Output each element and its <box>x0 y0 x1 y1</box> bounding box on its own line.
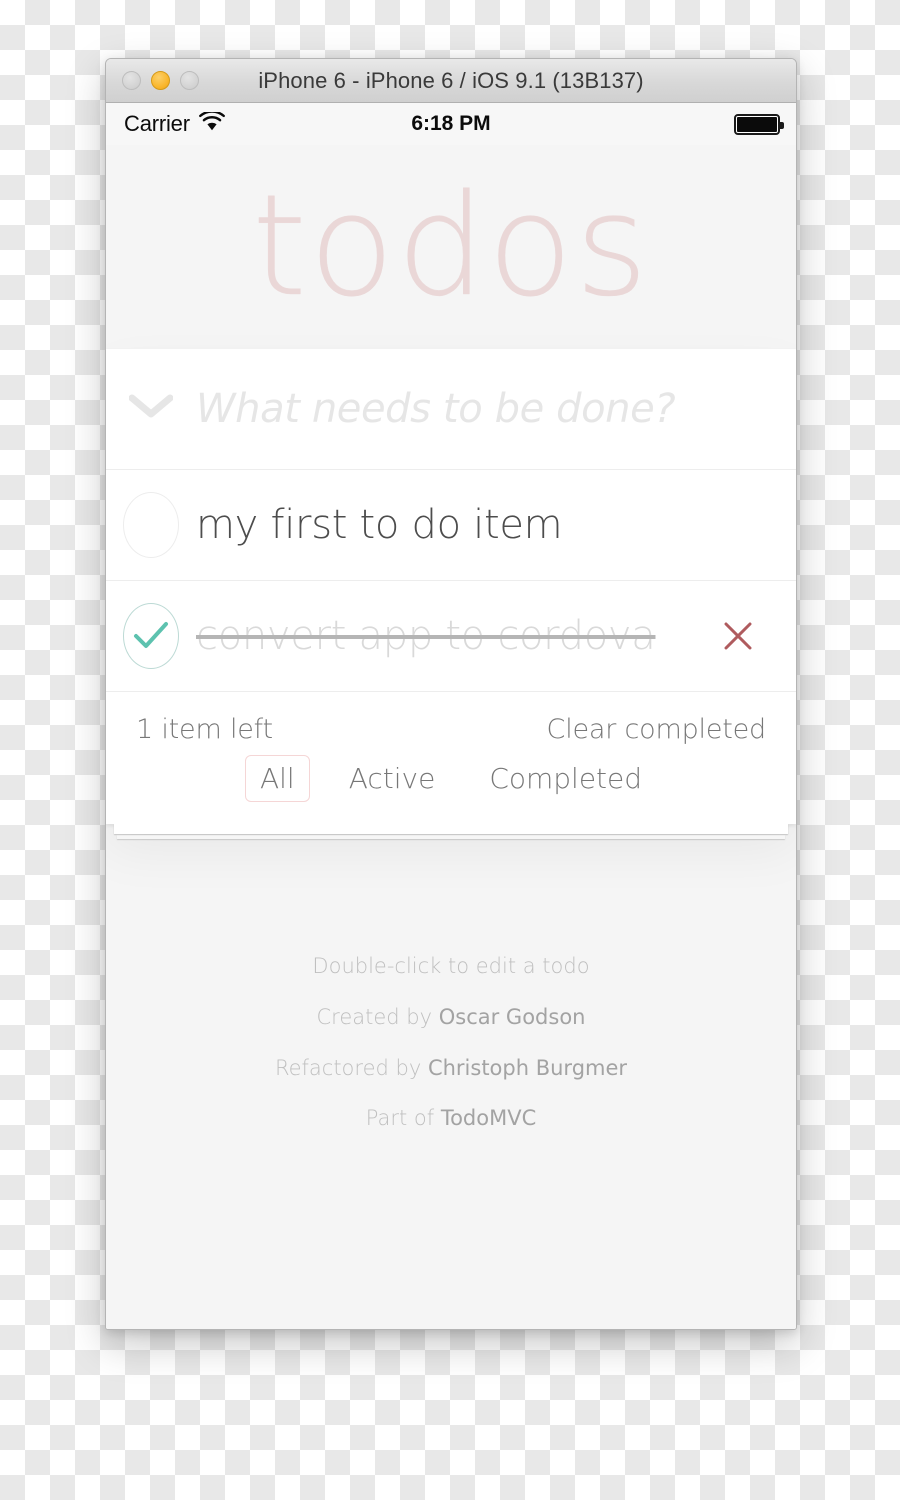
traffic-lights <box>122 71 199 90</box>
close-button[interactable] <box>122 71 141 90</box>
filters: All Active Completed <box>106 751 796 824</box>
page-title: todos <box>251 165 650 328</box>
christoph-burgmer-link[interactable]: Christoph Burgmer <box>428 1056 627 1080</box>
info-line-part-of: Part of TodoMVC <box>106 1100 796 1137</box>
new-todo-input[interactable]: What needs to be done? <box>196 386 676 432</box>
todo-footer: 1 item left Clear completed All Active C… <box>106 692 796 824</box>
todo-toggle[interactable] <box>106 492 196 558</box>
circle-check-icon <box>123 603 179 669</box>
simulator-window: iPhone 6 - iPhone 6 / iOS 9.1 (13B137) C… <box>105 58 797 1330</box>
minimize-button[interactable] <box>151 71 170 90</box>
filter-completed[interactable]: Completed <box>474 755 657 802</box>
circle-empty-icon <box>123 492 179 558</box>
todoapp-page: todos What needs to be done? my first to… <box>106 145 796 1329</box>
window-titlebar[interactable]: iPhone 6 - iPhone 6 / iOS 9.1 (13B137) <box>106 59 796 103</box>
info-refactored-prefix: Refactored by <box>274 1055 428 1080</box>
stacked-paper-edges <box>106 824 796 840</box>
status-bar-right <box>734 113 784 135</box>
ios-status-bar: Carrier 6:18 PM <box>106 103 796 145</box>
info-line-created: Created by Oscar Godson <box>106 999 796 1036</box>
todo-item[interactable]: my first to do item <box>106 470 796 581</box>
clear-completed-button[interactable]: Clear completed <box>547 714 767 745</box>
todo-item[interactable]: convert app to cordova <box>106 581 796 692</box>
battery-full-icon <box>734 113 784 135</box>
todo-label[interactable]: convert app to cordova <box>196 613 656 659</box>
window-title: iPhone 6 - iPhone 6 / iOS 9.1 (13B137) <box>258 67 644 93</box>
todo-toggle[interactable] <box>106 603 196 669</box>
footer-top: 1 item left Clear completed <box>106 692 796 751</box>
todo-label[interactable]: my first to do item <box>196 502 563 548</box>
zoom-button[interactable] <box>180 71 199 90</box>
oscar-godson-link[interactable]: Oscar Godson <box>439 1005 586 1029</box>
todoapp-card: What needs to be done? my first to do it… <box>106 349 796 824</box>
filter-active[interactable]: Active <box>334 755 451 802</box>
todo-count: 1 item left <box>136 714 273 745</box>
status-bar-time: 6:18 PM <box>411 112 491 135</box>
info-created-prefix: Created by <box>316 1004 439 1029</box>
new-todo-row[interactable]: What needs to be done? <box>106 349 796 470</box>
toggle-all-button[interactable] <box>106 394 196 425</box>
app-header: todos <box>106 145 796 349</box>
info-footer: Double-click to edit a todo Created by O… <box>106 948 796 1137</box>
info-partof-prefix: Part of <box>365 1106 441 1131</box>
filter-all[interactable]: All <box>244 755 310 802</box>
todomvc-link[interactable]: TodoMVC <box>441 1106 536 1130</box>
chevron-down-icon <box>128 394 174 425</box>
close-icon[interactable] <box>716 614 760 658</box>
info-line-refactored: Refactored by Christoph Burgmer <box>106 1050 796 1087</box>
info-line-edit: Double-click to edit a todo <box>312 954 590 978</box>
